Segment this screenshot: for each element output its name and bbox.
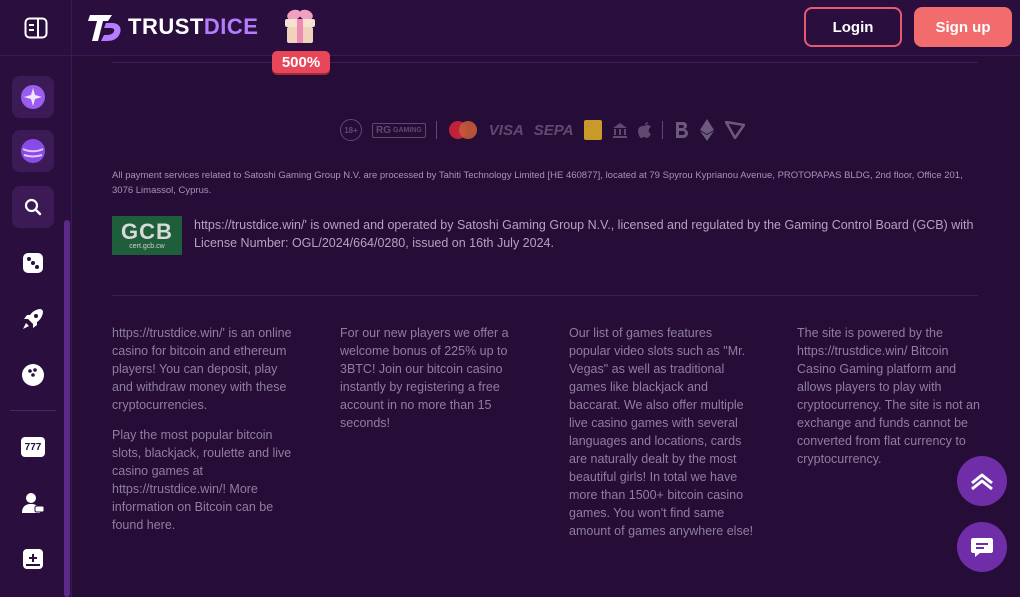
chat-bubble-icon <box>971 538 993 557</box>
payment-separator-2 <box>661 121 663 139</box>
sidebar-item-dice[interactable] <box>12 242 54 284</box>
payment-disclaimer: All payment services related to Satoshi … <box>112 170 963 196</box>
sidebar-item-live-casino[interactable] <box>12 482 54 524</box>
license-text: https://trustdice.win/' is owned and ope… <box>194 218 974 250</box>
sidebar-toggle-icon <box>24 17 47 39</box>
column-paragraph: https://trustdice.win/' is an online cas… <box>112 326 292 412</box>
section-divider <box>112 295 978 296</box>
sidebar-item-new-games[interactable] <box>12 538 54 580</box>
bonus-percent-badge[interactable]: 500% <box>272 51 330 73</box>
rocket-icon <box>23 309 43 329</box>
payment-methods-row: 18+ RG GAMING VISA SEPA <box>340 119 745 141</box>
sidebar-divider <box>10 410 56 411</box>
tron-icon <box>724 121 745 139</box>
column-paragraph: The site is powered by the https://trust… <box>797 326 980 466</box>
sidebar-item-originals[interactable] <box>12 354 54 396</box>
sidebar-item-slots[interactable]: 777 <box>12 426 54 468</box>
dice-icon <box>23 253 43 273</box>
sepa-logo: SEPA <box>533 121 574 139</box>
sidebar-scrollbar[interactable] <box>64 220 70 597</box>
footer-column-1: https://trustdice.win/' is an online cas… <box>112 324 297 546</box>
bank-icon <box>612 123 627 138</box>
interac-icon <box>583 120 602 140</box>
column-paragraph: For our new players we offer a welcome b… <box>340 326 509 430</box>
sparkle-orb-icon <box>21 85 45 109</box>
visa-logo: VISA <box>488 121 524 139</box>
column-paragraph: Our list of games features popular video… <box>569 326 754 538</box>
rg-mark-icon: RG <box>376 124 391 136</box>
top-divider <box>112 62 978 63</box>
chevron-up-double-icon <box>971 473 993 491</box>
add-game-icon <box>23 549 43 569</box>
scroll-to-top-button[interactable] <box>957 456 1007 506</box>
sidebar-item-featured[interactable] <box>12 130 54 172</box>
live-dealer-icon <box>22 493 45 513</box>
gift-icon <box>285 9 315 43</box>
slots-777-icon: 777 <box>21 437 45 457</box>
footer-column-4: The site is powered by the https://trust… <box>797 324 982 480</box>
payment-separator <box>435 121 437 139</box>
left-sidebar: 777 <box>0 56 72 597</box>
age-restriction-badge: 18+ <box>340 119 362 141</box>
gift-promo-button[interactable] <box>278 6 322 46</box>
brand-logo[interactable]: TRUST DICE <box>88 10 258 44</box>
bitcoin-icon <box>675 122 688 138</box>
footer-column-3: Our list of games features popular video… <box>569 324 754 552</box>
responsible-gaming-logo: RG GAMING <box>372 122 426 138</box>
signup-button[interactable]: Sign up <box>914 7 1012 47</box>
planet-orb-icon <box>21 139 45 163</box>
sidebar-toggle-button[interactable] <box>0 0 72 56</box>
bowling-ball-icon <box>22 364 44 386</box>
brand-name-part2: DICE <box>203 14 259 39</box>
login-button[interactable]: Login <box>804 7 902 47</box>
ethereum-icon <box>699 119 714 141</box>
sidebar-item-search[interactable] <box>12 186 54 228</box>
live-chat-button[interactable] <box>957 522 1007 572</box>
search-icon <box>24 198 42 216</box>
slots-777-label: 777 <box>24 441 42 453</box>
sidebar-item-crash[interactable] <box>12 298 54 340</box>
apple-icon <box>637 122 651 138</box>
brand-name-part1: TRUST <box>128 14 204 39</box>
trustdice-logo-icon <box>88 15 121 41</box>
footer-content: 18+ RG GAMING VISA SEPA All payment serv… <box>72 56 1020 597</box>
gcb-license-seal[interactable]: GCB cert.gcb.cw <box>112 216 182 255</box>
footer-column-2: For our new players we offer a welcome b… <box>340 324 525 444</box>
column-paragraph: Play the most popular bitcoin slots, bla… <box>112 428 292 532</box>
sidebar-item-promotions[interactable] <box>12 76 54 118</box>
mastercard-icon <box>448 121 477 139</box>
